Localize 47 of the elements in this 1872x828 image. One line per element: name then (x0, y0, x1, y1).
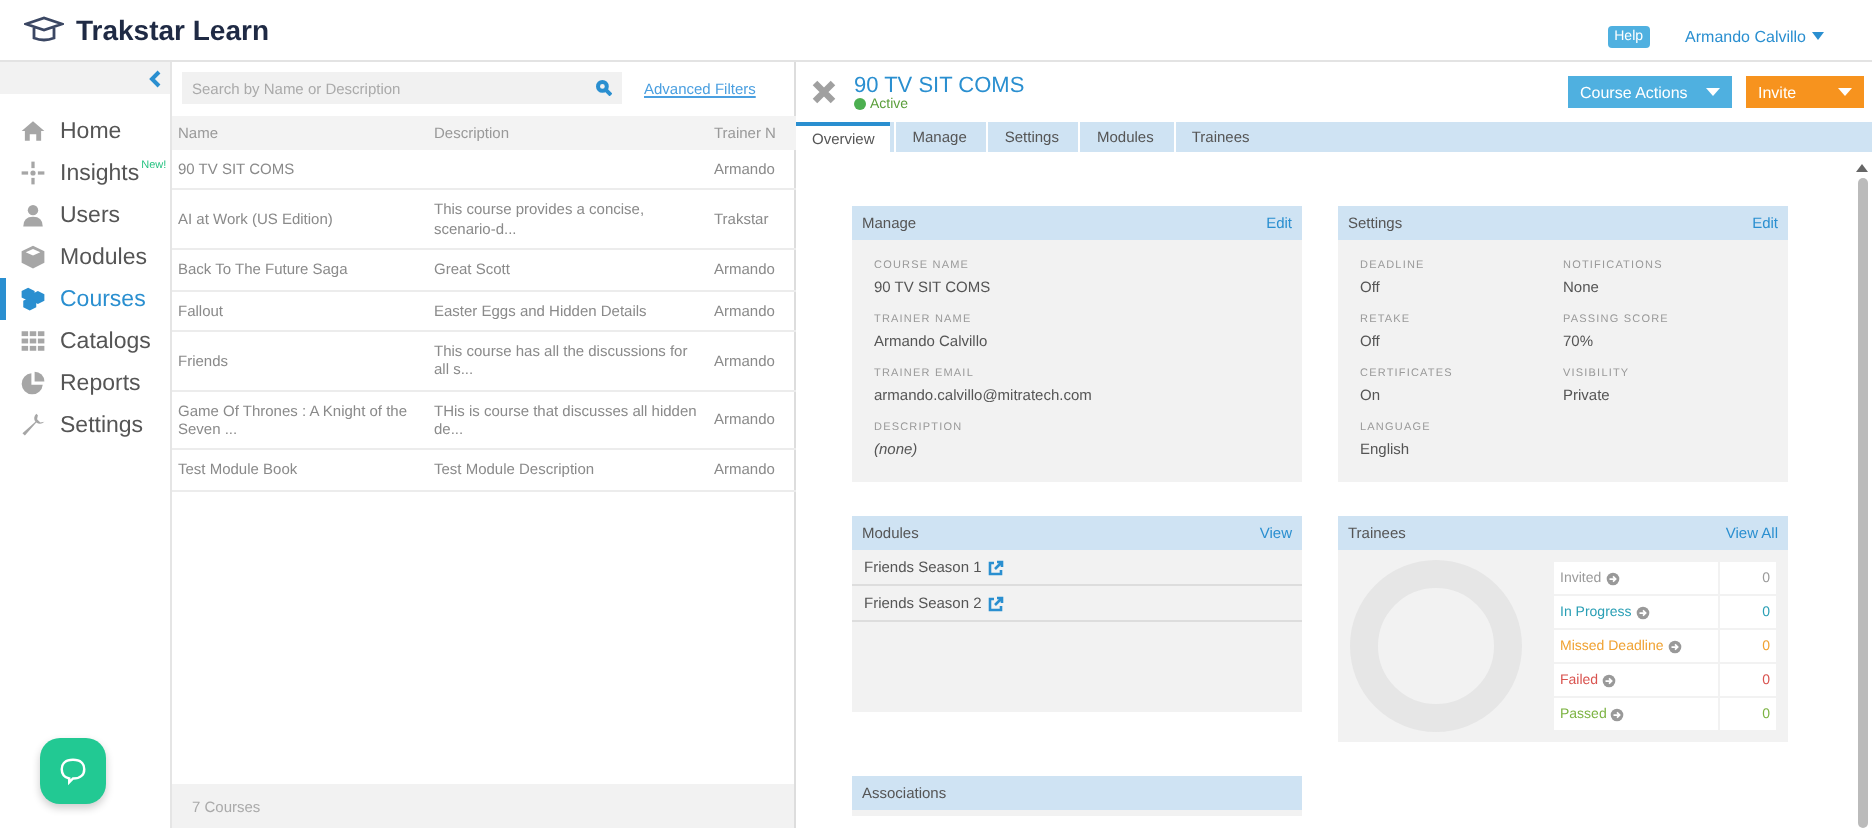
search-icon (596, 80, 612, 96)
action-button[interactable]: Course Actions (1568, 76, 1732, 108)
brand-name: Trakstar Learn (76, 14, 269, 46)
course-title: 90 TV SIT COMS (854, 73, 1027, 97)
arrow-circle-icon (1602, 673, 1617, 687)
caret-icon (1812, 32, 1824, 40)
close-icon[interactable] (812, 80, 836, 104)
nav-label: Insights (60, 161, 140, 185)
external-link-icon[interactable] (987, 595, 1004, 611)
grid-icon (20, 328, 46, 354)
external-link-icon[interactable] (987, 559, 1004, 575)
caret-icon (1706, 88, 1720, 96)
nav-label: Settings (60, 413, 144, 437)
action-button[interactable]: Invite (1746, 76, 1864, 108)
user-menu[interactable]: Armando Calvillo (1685, 27, 1824, 45)
arrow-circle-icon (1667, 639, 1682, 653)
pie-icon (20, 370, 46, 396)
wrench-icon (20, 412, 46, 438)
chat-button[interactable] (40, 738, 106, 804)
arrow-circle-icon (1635, 605, 1650, 619)
nav-item[interactable]: Reports (0, 362, 170, 404)
nav-item[interactable]: Modules (0, 236, 170, 278)
status-dot (854, 98, 866, 110)
caret-icon (1838, 88, 1852, 96)
nav-label: Courses (60, 287, 146, 311)
nav-label: Reports (60, 371, 141, 395)
arrow-circle-icon (1605, 571, 1620, 585)
person-icon (20, 202, 46, 228)
cubes-icon (20, 286, 46, 312)
nav-item[interactable]: Courses (0, 278, 170, 320)
cube-icon (20, 244, 46, 270)
scroll-up-icon[interactable] (1856, 164, 1868, 172)
nav-item[interactable]: Settings (0, 404, 170, 446)
nav-label: Users (60, 203, 121, 227)
house-icon (20, 118, 46, 144)
nav-item[interactable]: Home (0, 110, 170, 152)
nav-item[interactable]: Catalogs (0, 320, 170, 362)
speech-bubble-icon (58, 756, 88, 786)
nav-label: Modules (60, 245, 147, 269)
nav-label: Home (60, 119, 122, 143)
graduation-cap-icon (24, 16, 64, 44)
chevron-left-icon[interactable] (148, 69, 162, 87)
nav-item[interactable]: Users (0, 194, 170, 236)
nav-label: Catalogs (60, 329, 151, 353)
crosshair-icon (20, 160, 46, 186)
scrollbar[interactable] (1856, 164, 1868, 828)
arrow-circle-icon (1610, 707, 1625, 721)
